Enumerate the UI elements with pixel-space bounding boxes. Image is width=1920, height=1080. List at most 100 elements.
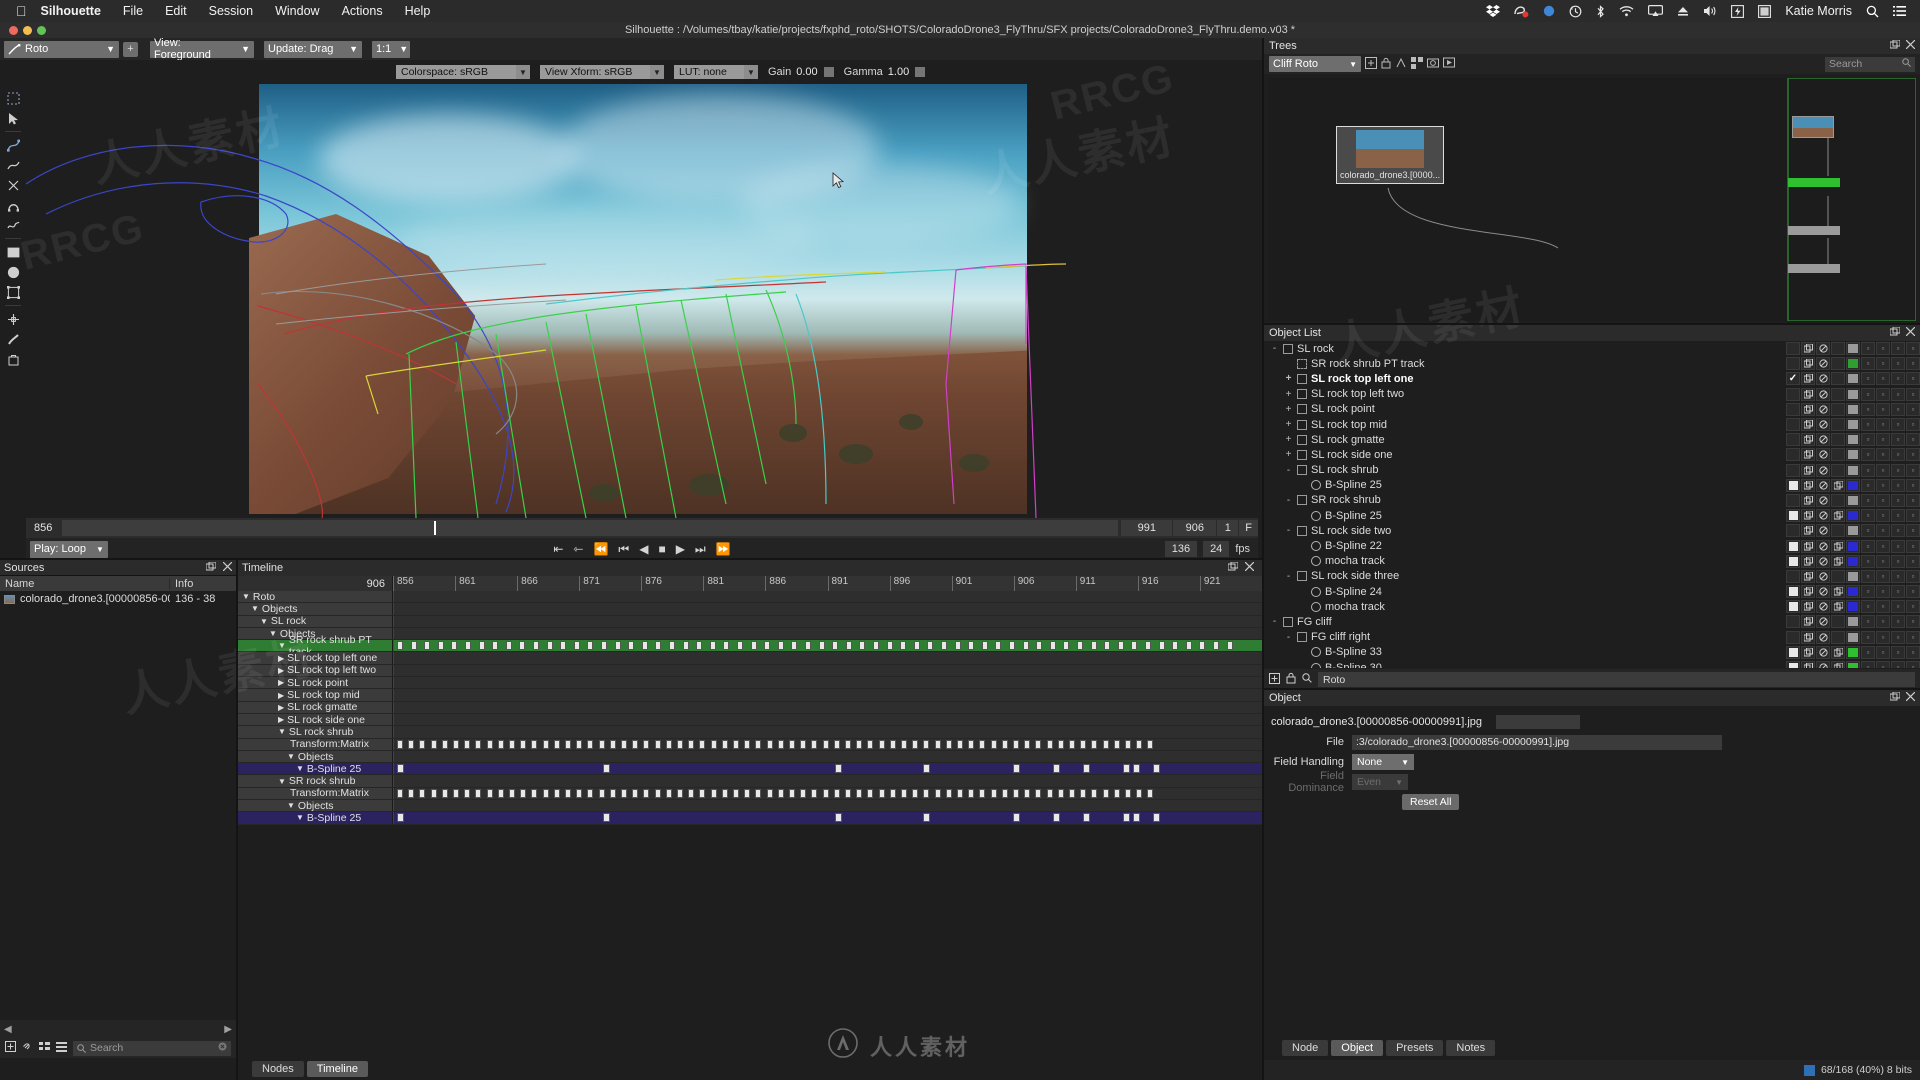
step-forward-icon[interactable]: ⏭ (695, 542, 706, 557)
object-blend-mode-icon[interactable]: ▫ (1861, 418, 1875, 432)
keyframe[interactable] (755, 788, 762, 798)
object-link-icon[interactable]: ▫ (1891, 493, 1905, 507)
keyframe[interactable] (941, 641, 947, 651)
timeline-track[interactable] (393, 713, 1262, 726)
float-panel-icon[interactable] (1889, 326, 1901, 339)
object-color-chip[interactable] (1846, 433, 1860, 447)
object-color-chip[interactable] (1846, 387, 1860, 401)
object-visibility-icon[interactable] (1801, 418, 1815, 432)
keyframe[interactable] (913, 641, 920, 651)
chevron-down-icon[interactable]: ▼ (287, 801, 295, 810)
object-list-row[interactable]: + SL rock top mid ▫ ▫ ▫ ▫ (1264, 417, 1920, 432)
object-mute-icon[interactable] (1816, 342, 1830, 356)
keyframe[interactable] (632, 739, 639, 749)
object-selected-checkbox[interactable] (1786, 402, 1800, 416)
freehand-icon[interactable] (2, 215, 24, 235)
clone-tool-icon[interactable] (2, 349, 24, 369)
keyframe[interactable] (565, 739, 571, 749)
keyframe[interactable] (867, 739, 874, 749)
object-motion-blur-icon[interactable] (1831, 433, 1845, 447)
keyframe[interactable] (1013, 739, 1019, 749)
object-invert-icon[interactable]: ▫ (1876, 433, 1890, 447)
tree-flow-icon[interactable] (1395, 57, 1407, 72)
object-invert-icon[interactable]: ▫ (1876, 402, 1890, 416)
object-invert-icon[interactable]: ▫ (1876, 478, 1890, 492)
object-selected-checkbox[interactable] (1786, 539, 1800, 553)
menu-edit[interactable]: Edit (165, 4, 187, 18)
object-blend-mode-icon[interactable]: ▫ (1861, 645, 1875, 659)
keyframe[interactable] (1123, 764, 1130, 774)
timeline-row[interactable]: ▶ SL rock point (238, 677, 1262, 690)
object-color-chip[interactable] (1846, 402, 1860, 416)
keyframe[interactable] (832, 641, 839, 651)
minimize-window-button[interactable] (23, 25, 32, 35)
link-icon[interactable] (22, 1041, 33, 1055)
keyframe[interactable] (464, 739, 471, 749)
keyframe[interactable] (1102, 739, 1109, 749)
object-lock-icon[interactable]: ▫ (1906, 478, 1920, 492)
object-list-row[interactable]: B-Spline 24 ▫ ▫ ▫ ▫ (1264, 584, 1920, 599)
keyframe[interactable] (901, 788, 907, 798)
object-list-row[interactable]: + SL rock side one ▫ ▫ ▫ ▫ (1264, 447, 1920, 462)
chevron-right-icon[interactable]: ▶ (278, 654, 284, 663)
search-icon[interactable] (1302, 673, 1312, 686)
object-lock-icon[interactable]: ▫ (1906, 493, 1920, 507)
object-blend-mode-icon[interactable]: ▫ (1861, 509, 1875, 523)
keyframe[interactable] (873, 641, 879, 651)
keyframe[interactable] (641, 641, 648, 651)
timeline-row[interactable]: ▼ Roto (238, 591, 1262, 604)
menu-actions[interactable]: Actions (342, 4, 383, 18)
keyframe[interactable] (677, 739, 683, 749)
object-color-chip[interactable] (1846, 600, 1860, 614)
trees-search-input[interactable]: Search (1825, 56, 1915, 72)
keyframe[interactable] (1226, 641, 1233, 651)
object-motion-blur-icon[interactable] (1831, 357, 1845, 371)
keyframe[interactable] (1077, 641, 1083, 651)
object-blend-mode-icon[interactable]: ▫ (1861, 342, 1875, 356)
keyframe[interactable] (486, 788, 493, 798)
keyframe[interactable] (677, 788, 683, 798)
keyframe[interactable] (1136, 739, 1143, 749)
object-selected-checkbox[interactable]: ✓ (1786, 372, 1800, 386)
keyframe[interactable] (1069, 788, 1075, 798)
expand-icon[interactable]: + (1284, 389, 1293, 400)
keyframe[interactable] (560, 641, 567, 651)
timeline-track[interactable] (393, 738, 1262, 750)
object-link-icon[interactable]: ▫ (1891, 372, 1905, 386)
keyframe[interactable] (598, 788, 605, 798)
timeline-track[interactable] (393, 652, 1262, 664)
keyframe[interactable] (901, 739, 907, 749)
keyframe[interactable] (1035, 739, 1042, 749)
object-invert-icon[interactable]: ▫ (1876, 357, 1890, 371)
keyframe[interactable] (733, 788, 739, 798)
object-blend-mode-icon[interactable]: ▫ (1861, 630, 1875, 644)
object-motion-blur-icon[interactable] (1831, 418, 1845, 432)
object-invert-icon[interactable]: ▫ (1876, 661, 1890, 668)
object-blend-mode-icon[interactable]: ▫ (1861, 493, 1875, 507)
keyframe[interactable] (1046, 788, 1053, 798)
keyframe[interactable] (766, 788, 773, 798)
object-mute-icon[interactable] (1816, 418, 1830, 432)
session-mode-dropdown[interactable]: Roto ▼ (4, 40, 119, 58)
object-mute-icon[interactable] (1816, 569, 1830, 583)
object-visibility-icon[interactable] (1801, 615, 1815, 629)
keyframe[interactable] (818, 641, 825, 651)
keyframe[interactable] (688, 788, 695, 798)
object-selected-checkbox[interactable] (1786, 661, 1800, 668)
object-color-chip[interactable] (1846, 463, 1860, 477)
keyframe[interactable] (859, 641, 866, 651)
keyframe[interactable] (979, 739, 986, 749)
keyframe[interactable] (430, 788, 437, 798)
object-selected-checkbox[interactable] (1786, 585, 1800, 599)
keyframe[interactable] (777, 641, 784, 651)
keyframe[interactable] (682, 641, 689, 651)
object-invert-icon[interactable]: ▫ (1876, 387, 1890, 401)
timeline-row[interactable]: ▼ Objects (238, 603, 1262, 616)
timeline-row[interactable]: ▼ SR rock shrub (238, 775, 1262, 788)
keyframe[interactable] (1145, 641, 1151, 651)
keyframe[interactable] (923, 764, 930, 774)
keyframe[interactable] (553, 739, 560, 749)
chevron-down-icon[interactable]: ▼ (296, 813, 304, 822)
object-selected-checkbox[interactable] (1786, 418, 1800, 432)
object-name-field[interactable] (1496, 715, 1581, 729)
